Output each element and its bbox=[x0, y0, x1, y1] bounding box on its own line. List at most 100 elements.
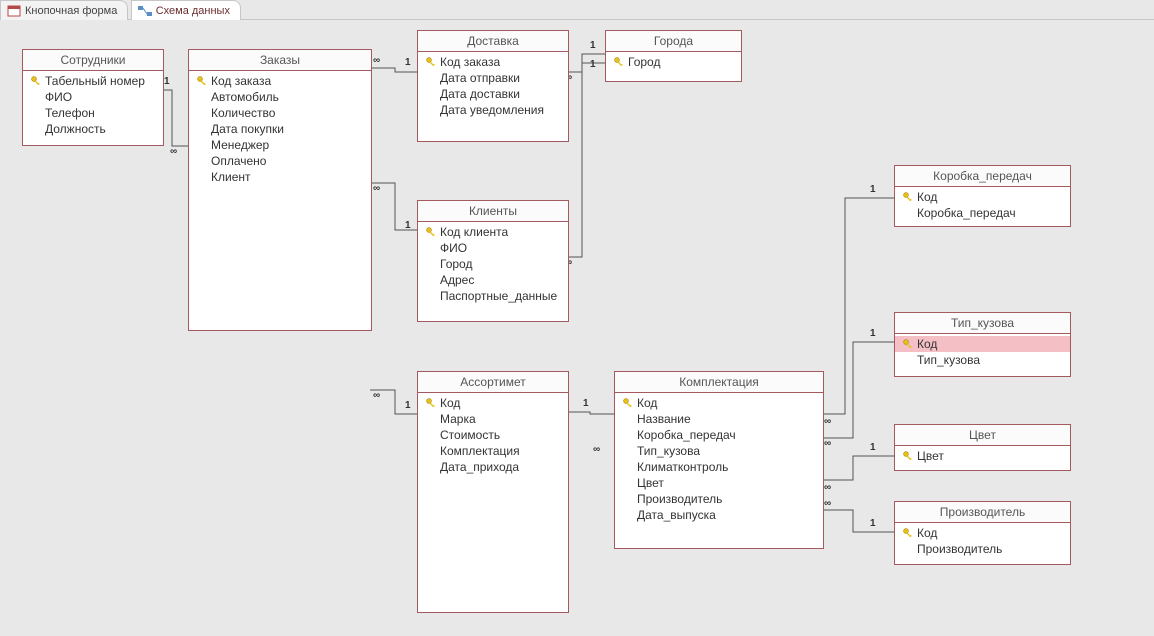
field-row[interactable]: Стоимость bbox=[418, 427, 568, 443]
table-complect[interactable]: КомплектацияКодНазваниеКоробка_передачТи… bbox=[614, 371, 824, 549]
tab-relationships[interactable]: Схема данных bbox=[131, 0, 241, 20]
tab-label: Схема данных bbox=[156, 5, 230, 17]
table-title: Доставка bbox=[418, 31, 568, 52]
relationship-line[interactable] bbox=[567, 63, 605, 257]
field-row[interactable]: Климатконтроль bbox=[615, 459, 823, 475]
relationships-icon bbox=[138, 5, 152, 17]
field-row[interactable]: Цвет bbox=[615, 475, 823, 491]
cardinality-label: ∞ bbox=[170, 146, 177, 157]
field-row[interactable]: Код клиента bbox=[418, 224, 568, 240]
table-delivery[interactable]: Доставка Код заказаДата отправкиДата дост… bbox=[417, 30, 569, 142]
field-row[interactable]: Клиент bbox=[189, 169, 371, 185]
cardinality-label: ∞ bbox=[373, 183, 380, 194]
primary-key-icon bbox=[901, 449, 915, 463]
field-row[interactable]: Код bbox=[615, 395, 823, 411]
field-row[interactable]: Тип_кузова bbox=[615, 443, 823, 459]
field-row[interactable]: Коробка_передач bbox=[895, 205, 1070, 221]
primary-key-icon bbox=[612, 55, 626, 69]
primary-key-icon bbox=[29, 106, 43, 120]
cardinality-label: ∞ bbox=[373, 55, 380, 66]
field-row[interactable]: Телефон bbox=[23, 105, 163, 121]
primary-key-icon bbox=[621, 508, 635, 522]
table-orders[interactable]: ЗаказыКод заказаАвтомобильКоличествоДата… bbox=[188, 49, 372, 331]
field-row[interactable]: Дата покупки bbox=[189, 121, 371, 137]
primary-key-icon bbox=[195, 122, 209, 136]
relationship-line[interactable] bbox=[162, 90, 188, 146]
field-list: Код заказаАвтомобильКоличествоДата покуп… bbox=[189, 71, 371, 187]
field-row[interactable]: Тип_кузова bbox=[895, 352, 1070, 368]
field-row[interactable]: Производитель bbox=[895, 541, 1070, 557]
field-row[interactable]: Дата_прихода bbox=[418, 459, 568, 475]
field-row[interactable]: Код bbox=[895, 189, 1070, 205]
field-row[interactable]: Город bbox=[418, 256, 568, 272]
table-employees[interactable]: СотрудникиТабельный номерФИОТелефонДолжн… bbox=[22, 49, 164, 146]
primary-key-icon bbox=[424, 241, 438, 255]
field-row[interactable]: Оплачено bbox=[189, 153, 371, 169]
table-gearbox[interactable]: Коробка_передачКодКоробка_передач bbox=[894, 165, 1071, 227]
field-row[interactable]: Дата отправки bbox=[418, 70, 568, 86]
field-row[interactable]: Код bbox=[895, 336, 1070, 352]
field-row[interactable]: Дата доставки bbox=[418, 86, 568, 102]
field-row[interactable]: Паспортные_данные bbox=[418, 288, 568, 304]
field-name: Дата уведомления bbox=[440, 103, 544, 117]
primary-key-icon bbox=[901, 353, 915, 367]
field-row[interactable]: Количество bbox=[189, 105, 371, 121]
relationship-line[interactable] bbox=[370, 68, 417, 72]
cardinality-label: 1 bbox=[870, 442, 876, 453]
table-title: Ассортимет bbox=[418, 372, 568, 393]
field-row[interactable]: Код bbox=[418, 395, 568, 411]
table-assort[interactable]: Ассортимет КодМаркаСтоимостьКомплектацияД… bbox=[417, 371, 569, 613]
field-name: Менеджер bbox=[211, 138, 269, 152]
relationship-line[interactable] bbox=[567, 54, 605, 72]
field-row[interactable]: Комплектация bbox=[418, 443, 568, 459]
field-row[interactable]: Код bbox=[895, 525, 1070, 541]
field-name: Паспортные_данные bbox=[440, 289, 557, 303]
field-row[interactable]: Дата уведомления bbox=[418, 102, 568, 118]
field-row[interactable]: Должность bbox=[23, 121, 163, 137]
primary-key-icon bbox=[901, 337, 915, 351]
relationship-line[interactable] bbox=[822, 510, 894, 532]
relationship-line[interactable] bbox=[567, 412, 614, 414]
field-row[interactable]: Коробка_передач bbox=[615, 427, 823, 443]
field-row[interactable]: Код заказа bbox=[189, 73, 371, 89]
relationship-line[interactable] bbox=[822, 456, 894, 480]
field-row[interactable]: Автомобиль bbox=[189, 89, 371, 105]
cardinality-label: ∞ bbox=[593, 444, 600, 455]
relationship-line[interactable] bbox=[822, 198, 894, 414]
field-row[interactable]: Менеджер bbox=[189, 137, 371, 153]
primary-key-icon bbox=[195, 106, 209, 120]
cardinality-label: 1 bbox=[870, 518, 876, 529]
field-row[interactable]: Дата_выпуска bbox=[615, 507, 823, 523]
cardinality-label: 1 bbox=[590, 59, 596, 70]
tab-form[interactable]: Кнопочная форма bbox=[0, 0, 128, 20]
primary-key-icon bbox=[621, 476, 635, 490]
table-body[interactable]: Тип_кузоваКодТип_кузова bbox=[894, 312, 1071, 377]
field-row[interactable]: Адрес bbox=[418, 272, 568, 288]
field-row[interactable]: Производитель bbox=[615, 491, 823, 507]
field-row[interactable]: Код заказа bbox=[418, 54, 568, 70]
field-name: Тип_кузова bbox=[637, 444, 700, 458]
field-row[interactable]: Город bbox=[606, 54, 741, 70]
primary-key-icon bbox=[424, 444, 438, 458]
table-title: Заказы bbox=[189, 50, 371, 71]
relationship-line[interactable] bbox=[822, 342, 894, 438]
primary-key-icon bbox=[424, 412, 438, 426]
field-row[interactable]: ФИО bbox=[418, 240, 568, 256]
field-row[interactable]: Название bbox=[615, 411, 823, 427]
diagram-canvas[interactable]: 1∞∞1∞1∞1∞1∞11∞∞1∞1∞1∞1 СотрудникиТабельн… bbox=[0, 20, 1154, 636]
cardinality-label: 1 bbox=[405, 400, 411, 411]
primary-key-icon bbox=[424, 460, 438, 474]
field-name: Код bbox=[917, 337, 937, 351]
table-color[interactable]: ЦветЦвет bbox=[894, 424, 1071, 471]
table-maker[interactable]: ПроизводительКодПроизводитель bbox=[894, 501, 1071, 565]
field-row[interactable]: Цвет bbox=[895, 448, 1070, 464]
primary-key-icon bbox=[424, 273, 438, 287]
field-name: Цвет bbox=[917, 449, 944, 463]
table-clients[interactable]: КлиентыКод клиентаФИОГородАдресПаспортны… bbox=[417, 200, 569, 322]
field-row[interactable]: Табельный номер bbox=[23, 73, 163, 89]
field-row[interactable]: ФИО bbox=[23, 89, 163, 105]
field-name: Код bbox=[440, 396, 460, 410]
primary-key-icon bbox=[424, 257, 438, 271]
table-cities[interactable]: ГородаГород bbox=[605, 30, 742, 82]
field-row[interactable]: Марка bbox=[418, 411, 568, 427]
